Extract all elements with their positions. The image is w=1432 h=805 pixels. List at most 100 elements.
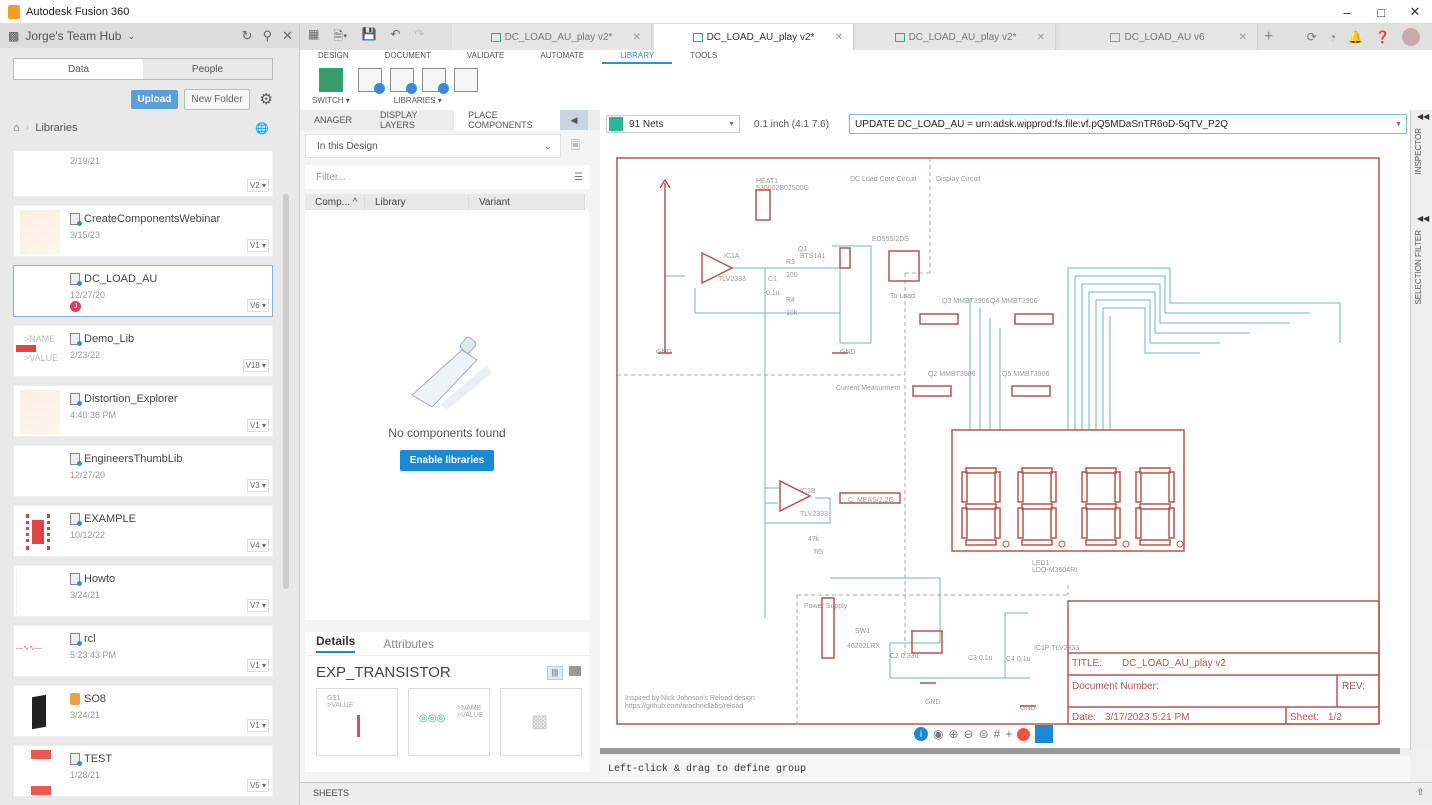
list-item[interactable]: Distortion_Explorer 4:40:36 PM V1 ▾ — [13, 385, 273, 437]
chevron-down-icon[interactable]: ▼ — [1395, 121, 1402, 128]
column-component[interactable]: Comp... ^ — [305, 194, 365, 210]
switch-pcb-icon[interactable] — [318, 68, 343, 92]
tab-details[interactable]: Details — [316, 634, 356, 653]
redo-icon[interactable]: ↷ — [414, 27, 424, 48]
new-tab-icon[interactable]: + — [1264, 28, 1273, 46]
version-dropdown[interactable]: V1 ▾ — [246, 719, 269, 732]
new-folder-button[interactable]: New Folder — [184, 88, 250, 110]
schematic-drawing[interactable]: DC Load Core Circuit Display Circuit Cur… — [600, 138, 1410, 748]
file-menu-icon[interactable]: 🗎▾ — [333, 27, 347, 48]
expand-sheets-icon[interactable]: ⇧ — [1416, 787, 1424, 798]
tab-data[interactable]: Data — [14, 59, 143, 79]
ribbon-tab-design[interactable]: DESIGN — [300, 50, 367, 64]
notifications-icon[interactable]: 🔔 — [1348, 30, 1363, 44]
grid-icon[interactable]: # — [994, 727, 1001, 741]
nets-dropdown[interactable]: 91 Nets ▼ — [606, 115, 740, 133]
version-dropdown[interactable]: V7 ▾ — [246, 599, 269, 612]
close-icon[interactable]: ✕ — [282, 28, 293, 44]
version-dropdown[interactable]: V5 ▾ — [246, 779, 269, 792]
tab-attributes[interactable]: Attributes — [383, 637, 434, 651]
gear-icon[interactable]: ⚙ — [260, 90, 273, 108]
list-item[interactable]: Howto 3/24/21 V7 ▾ — [13, 565, 273, 617]
expand-selection-filter-icon[interactable]: ◀◀ — [1417, 214, 1429, 223]
maximize-button[interactable]: □ — [1364, 0, 1398, 24]
footprint-preview[interactable]: >NAME >VALUE ◎◎◎ — [408, 688, 490, 756]
list-scrollbar[interactable] — [283, 194, 289, 589]
list-item[interactable]: CreateComponentsWebinar 3/15/23 V1 ▾ — [13, 205, 273, 257]
breadcrumb-libraries[interactable]: Libraries — [35, 122, 77, 134]
enable-libraries-button[interactable]: Enable libraries — [399, 450, 495, 471]
library-settings-icon[interactable]: 🗏 — [571, 137, 580, 156]
job-status-icon[interactable]: ◔ — [1329, 30, 1336, 44]
sheets-bar[interactable]: SHEETS ⇧ — [300, 782, 1432, 802]
version-dropdown[interactable]: V1 ▾ — [246, 239, 269, 252]
list-item[interactable]: EXAMPLE 10/12/22 V4 ▾ — [13, 505, 273, 557]
selection-filter-panel-tab[interactable]: SELECTION FILTER — [1414, 230, 1423, 305]
document-tab[interactable]: DC_LOAD_AU v6 ✕ — [1058, 24, 1258, 50]
document-tab[interactable]: DC_LOAD_AU_play v2* ✕ — [856, 24, 1056, 50]
version-dropdown[interactable]: V3 ▾ — [246, 479, 269, 492]
tab-place-components[interactable]: PLACE COMPONENTS — [454, 110, 560, 130]
ribbon-tab-automate[interactable]: AUTOMATE — [522, 50, 602, 64]
upload-button[interactable]: Upload — [130, 89, 179, 109]
globe-icon[interactable]: 🌐 — [255, 122, 269, 135]
version-dropdown[interactable]: V1 ▾ — [246, 419, 269, 432]
list-item[interactable]: TEST 1/28/21 V5 ▾ — [13, 745, 273, 797]
document-tab-active[interactable]: DC_LOAD_AU_play v2* ✕ — [654, 24, 854, 50]
close-tab-icon[interactable]: ✕ — [1037, 32, 1045, 43]
hub-selector[interactable]: Jorge's Team Hub — [25, 29, 121, 43]
crosshair-icon[interactable]: + — [1005, 727, 1012, 741]
filter-settings-icon[interactable]: ☰ — [574, 172, 583, 183]
tab-display-layers[interactable]: DISPLAY LAYERS — [366, 110, 454, 130]
zoom-out-icon[interactable]: ⊖ — [964, 727, 974, 741]
tile-view-icon[interactable] — [569, 665, 581, 676]
chevron-down-icon[interactable]: ⌄ — [127, 31, 135, 42]
schematic-canvas[interactable]: DC Load Core Circuit Display Circuit Cur… — [600, 138, 1410, 748]
export-library-icon[interactable] — [453, 68, 478, 92]
search-icon[interactable]: ⚲ — [263, 28, 273, 44]
list-item[interactable]: >NAME >VALUE Demo_Lib 2/23/22 V18 ▾ — [13, 325, 273, 377]
list-item[interactable]: —∿∿— rcl 5:23:43 PM V1 ▾ — [13, 625, 273, 677]
list-item-selected[interactable]: DC_LOAD_AU 12/27/20 J V6 ▾ — [13, 265, 273, 317]
ribbon-tab-validate[interactable]: VALIDATE — [449, 50, 523, 64]
zoom-in-icon[interactable]: ⊕ — [948, 727, 958, 741]
list-item[interactable]: SO8 3/24/21 V1 ▾ — [13, 685, 273, 737]
switch-group[interactable]: SWITCH ▾ — [312, 68, 350, 105]
version-dropdown[interactable]: V18 ▾ — [242, 359, 269, 372]
inspector-panel-tab[interactable]: INSPECTOR — [1414, 128, 1423, 175]
group-select-icon[interactable] — [1035, 725, 1054, 743]
switch-label[interactable]: SWITCH ▾ — [312, 96, 350, 105]
library-manager-icon[interactable] — [357, 68, 385, 94]
save-icon[interactable]: 💾 — [361, 27, 376, 48]
update-library-icon[interactable] — [389, 68, 417, 94]
user-avatar[interactable] — [1402, 28, 1420, 46]
scope-dropdown[interactable]: In this Design ⌄ — [305, 134, 561, 158]
expand-inspector-icon[interactable]: ◀◀ — [1417, 112, 1429, 121]
document-tab[interactable]: DC_LOAD_AU_play v2* ✕ — [452, 24, 652, 50]
close-tab-icon[interactable]: ✕ — [835, 32, 843, 43]
eye-icon[interactable]: ◉ — [933, 727, 943, 741]
info-icon[interactable]: i — [914, 727, 928, 741]
list-item[interactable]: 2/19/21 V2 ▾ — [13, 151, 273, 197]
close-tab-icon[interactable]: ✕ — [633, 32, 641, 43]
home-icon[interactable]: ⌂ — [13, 122, 20, 134]
undo-icon[interactable]: ↶ — [390, 27, 400, 48]
panel-scroll-arrows-icon[interactable]: ◀ — [560, 110, 588, 130]
command-line-input[interactable]: UPDATE DC_LOAD_AU = urn:adsk.wipprod:fs.… — [849, 114, 1408, 134]
version-dropdown[interactable]: V1 ▾ — [246, 659, 269, 672]
list-view-icon[interactable]: ||| — [547, 665, 563, 680]
stop-icon[interactable] — [1017, 727, 1031, 741]
libraries-label[interactable]: LIBRARIES ▾ — [394, 96, 442, 105]
column-library[interactable]: Library — [365, 194, 469, 210]
extensions-icon[interactable]: ⟳ — [1307, 30, 1317, 44]
version-dropdown[interactable]: V2 ▾ — [246, 179, 269, 192]
list-item[interactable]: EngineersThumbLib 12/27/20 V3 ▾ — [13, 445, 273, 497]
refresh-icon[interactable]: ↻ — [242, 28, 253, 44]
apps-grid-icon[interactable]: ▦ — [308, 27, 319, 48]
close-window-button[interactable]: ✕ — [1398, 0, 1432, 24]
canvas-horizontal-scrollbar[interactable] — [600, 748, 1400, 754]
ribbon-tab-tools[interactable]: TOOLS — [672, 50, 735, 64]
3d-model-preview[interactable]: ▩ — [500, 688, 582, 756]
filter-input[interactable]: Filter... ☰ — [305, 165, 589, 189]
minimize-button[interactable]: – — [1330, 0, 1364, 24]
